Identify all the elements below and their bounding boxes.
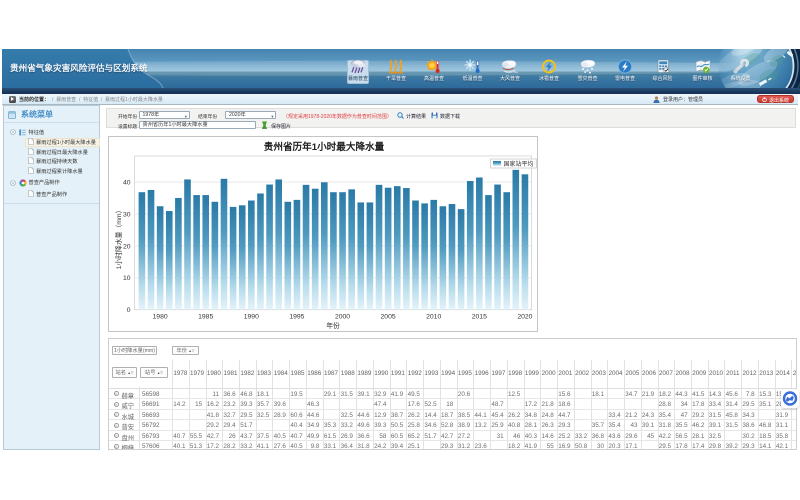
svg-text:10: 10 <box>122 275 130 282</box>
svg-text:2005: 2005 <box>380 314 395 321</box>
svg-text:1985: 1985 <box>198 314 213 321</box>
svg-text:国家站平均: 国家站平均 <box>503 160 533 168</box>
svg-text:1990: 1990 <box>243 314 258 321</box>
svg-text:年份: 年份 <box>326 321 340 330</box>
svg-text:0: 0 <box>126 307 130 314</box>
svg-text:30: 30 <box>122 211 130 218</box>
svg-text:2010: 2010 <box>426 314 441 321</box>
svg-text:20: 20 <box>122 243 130 250</box>
svg-text:1995: 1995 <box>289 314 304 321</box>
svg-text:40: 40 <box>122 179 130 186</box>
svg-text:贵州省历年1小时最大降水量: 贵州省历年1小时最大降水量 <box>263 141 384 153</box>
svg-text:2000: 2000 <box>334 314 349 321</box>
svg-text:1980: 1980 <box>152 314 167 321</box>
svg-text:1小时降水量（mm）: 1小时降水量（mm） <box>114 207 123 270</box>
svg-text:2020: 2020 <box>517 314 532 321</box>
svg-text:2015: 2015 <box>471 314 486 321</box>
